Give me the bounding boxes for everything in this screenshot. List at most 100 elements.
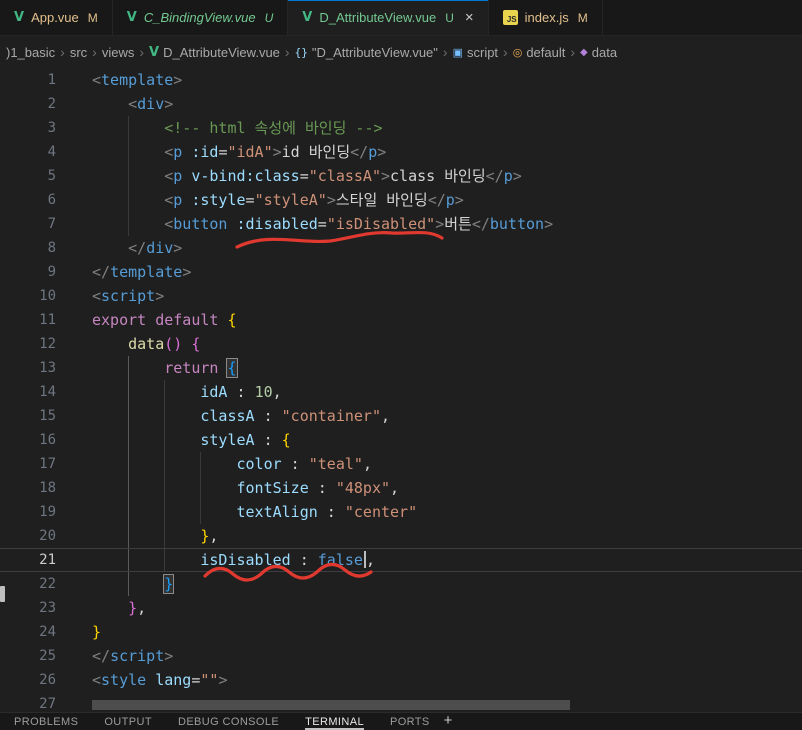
code-row[interactable]: 18 fontSize : "48px", [0,476,802,500]
breadcrumb-item[interactable]: ◎ default [513,45,566,60]
code-row[interactable]: 2 <div> [0,92,802,116]
line-number[interactable]: 24 [0,620,56,644]
default-symbol-icon: ◎ [512,46,523,59]
line-number[interactable]: 26 [0,668,56,692]
breadcrumb-item[interactable]: ◆ data [580,45,617,60]
line-number[interactable]: 2 [0,92,56,116]
code-row[interactable]: 23 }, [0,596,802,620]
line-number[interactable]: 7 [0,212,56,236]
code-row[interactable]: 10 <script> [0,284,802,308]
breadcrumb-item[interactable]: )1_basic [6,45,55,60]
code-text: idA : 10, [92,380,281,404]
code-row[interactable]: 6 <p :style="styleA">스타일 바인딩</p> [0,188,802,212]
line-number[interactable]: 6 [0,188,56,212]
line-number[interactable]: 3 [0,116,56,140]
code-row[interactable]: 26 <style lang=""> [0,668,802,692]
line-number[interactable]: 15 [0,404,56,428]
code-token: , [365,551,375,569]
code-row[interactable]: 4 <p :id="idA">id 바인딩</p> [0,140,802,164]
line-number[interactable]: 14 [0,380,56,404]
breadcrumb-item[interactable]: views [102,45,135,60]
line-number[interactable]: 27 [0,692,56,712]
line-number[interactable]: 12 [0,332,56,356]
editor-tab[interactable]: JS index.js M [488,0,603,35]
code-token: < [164,143,174,161]
line-number[interactable]: 25 [0,644,56,668]
code-text: }, [92,524,218,548]
code-token: </ [471,215,490,233]
code-row[interactable]: 1 <template> [0,68,802,92]
code-row[interactable]: 14 idA : 10, [0,380,802,404]
line-number[interactable]: 20 [0,524,56,548]
code-row[interactable]: 11 export default { [0,308,802,332]
line-number[interactable]: 22 [0,572,56,596]
code-row[interactable]: 12 data() { [0,332,802,356]
code-row[interactable]: 9 </template> [0,260,802,284]
javascript-icon: JS [502,10,518,25]
editor-tab[interactable]: V D_AttributeView.vue U × [288,0,489,35]
code-row[interactable]: 21 isDisabled : false, [0,548,802,572]
line-number[interactable]: 18 [0,476,56,500]
line-number[interactable]: 10 [0,284,56,308]
code-token: p [368,143,378,161]
code-row[interactable]: 25 </script> [0,644,802,668]
code-row[interactable]: 20 }, [0,524,802,548]
breadcrumb-item[interactable]: ▣ script [453,45,498,60]
line-number[interactable]: 8 [0,236,56,260]
code-editor[interactable]: 1 <template> 2 <div> 3 <!-- html 속성에 바인딩 --… [0,68,802,712]
code-row[interactable]: 17 color : "teal", [0,452,802,476]
breadcrumb-item[interactable]: V D_AttributeView.vue [149,45,280,60]
code-token: < [92,671,102,689]
code-row[interactable]: 8 </div> [0,236,802,260]
line-number[interactable]: 16 [0,428,56,452]
breadcrumb-item[interactable]: src [70,45,87,60]
line-number[interactable]: 9 [0,260,56,284]
breadcrumb-item[interactable]: {} "D_AttributeView.vue" [295,45,438,60]
line-number[interactable]: 21 [0,549,56,571]
git-status-badge: M [87,10,98,25]
code-row[interactable]: 19 textAlign : "center" [0,500,802,524]
code-token: = [245,191,255,209]
vscode-window: V App.vue M V C_BindingView.vue U V D_Attribute… [0,0,802,730]
horizontal-scrollbar[interactable] [92,700,570,710]
line-number[interactable]: 5 [0,164,56,188]
code-row[interactable]: 7 <button :disabled="isDisabled">버튼</but… [0,212,802,236]
editor-tab[interactable]: V App.vue M [0,0,113,35]
code-row[interactable]: 15 classA : "container", [0,404,802,428]
panel-tab-ports[interactable]: PORTS [390,713,430,730]
line-number[interactable]: 1 [0,68,56,92]
line-number[interactable]: 13 [0,356,56,380]
code-token: <!-- html 속성에 바인딩 --> [164,119,383,137]
code-row[interactable]: 13 return { [0,356,802,380]
breadcrumb-separator-icon: › [570,44,576,60]
line-number[interactable]: 17 [0,452,56,476]
line-number[interactable]: 23 [0,596,56,620]
line-number[interactable]: 19 [0,500,56,524]
code-token: > [182,263,192,281]
code-row[interactable]: 16 styleA : { [0,428,802,452]
close-tab-icon[interactable]: × [465,10,474,25]
panel-tab-terminal[interactable]: TERMINAL [305,713,364,730]
panel-tab-problems[interactable]: PROBLEMS [14,713,78,730]
code-text: <style lang=""> [92,668,227,692]
code-row[interactable]: 3 <!-- html 속성에 바인딩 --> [0,116,802,140]
panel-tab-debug-console[interactable]: DEBUG CONSOLE [178,713,279,730]
code-token: isDisabled [200,551,291,569]
code-text: <template> [92,68,182,92]
panel-tab-output[interactable]: OUTPUT [104,713,152,730]
code-text: <!-- html 속성에 바인딩 --> [92,116,383,140]
code-token: : [254,407,282,425]
code-token: div [137,95,165,113]
code-row[interactable]: 24} [0,620,802,644]
code-token: "styleA" [254,191,327,209]
add-terminal-icon[interactable]: + [444,713,453,729]
code-row[interactable]: 22 } [0,572,802,596]
code-text: fontSize : "48px", [92,476,400,500]
line-number[interactable]: 4 [0,140,56,164]
code-row[interactable]: 5 <p v-bind:class="classA">class 바인딩</p> [0,164,802,188]
line-number[interactable]: 11 [0,308,56,332]
editor-tab[interactable]: V C_BindingView.vue U [112,0,289,35]
